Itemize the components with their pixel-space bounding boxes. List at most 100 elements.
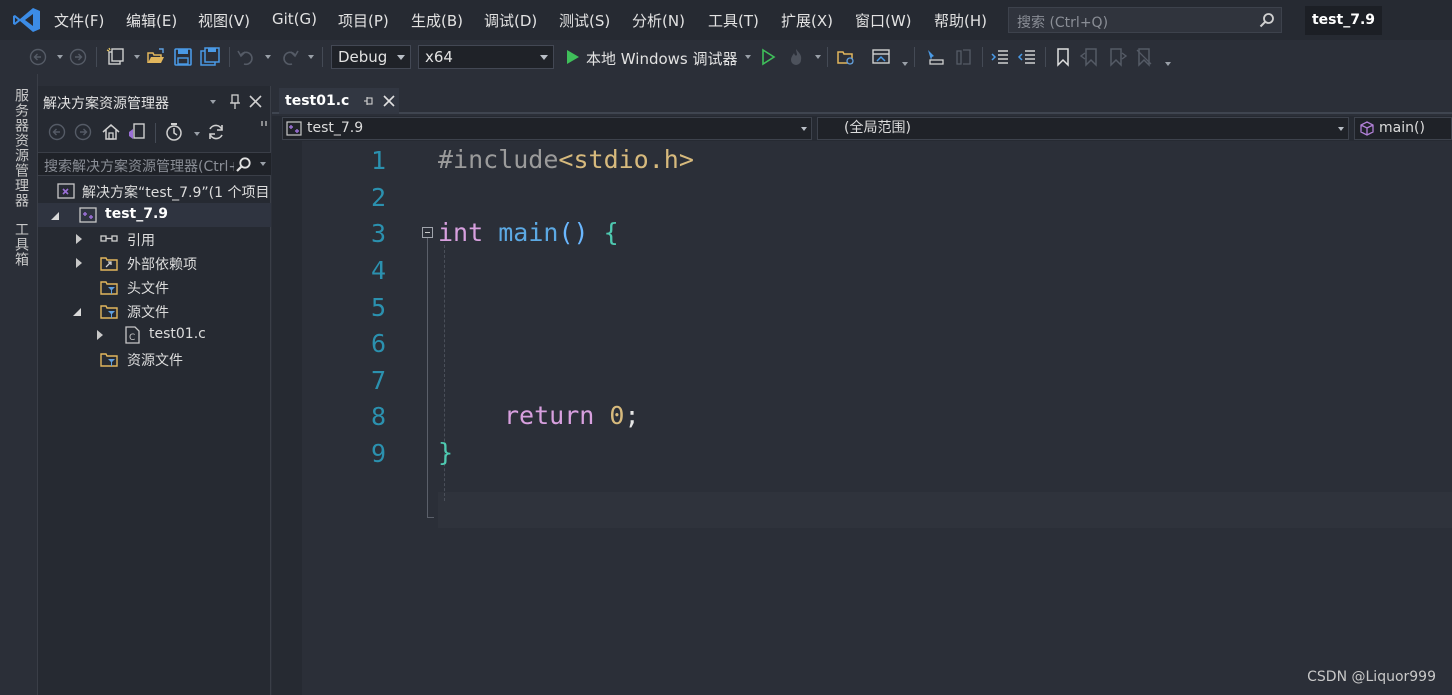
filter-dropdown-icon[interactable] [194,132,200,136]
expanded-arrow-icon[interactable] [73,308,81,316]
expanded-arrow-icon[interactable] [51,212,59,220]
tree-item-test01-c[interactable]: C test01.c [38,323,271,347]
step-into-icon[interactable] [925,47,945,67]
navigate-forward-icon[interactable] [68,47,88,67]
line-number: 2 [370,183,386,212]
menu-window[interactable]: 窗口(W) [855,10,912,31]
tree-item-external-deps[interactable]: 外部依赖项 [38,251,271,275]
toolbar-overflow-dropdown-icon[interactable] [1165,62,1171,66]
menu-view[interactable]: 视图(V) [198,10,250,31]
collapsed-arrow-icon[interactable] [97,330,103,340]
visual-studio-logo-icon[interactable] [12,6,42,34]
start-debugging-icon[interactable] [563,47,583,67]
tree-item-project[interactable]: test_7.9 [38,203,271,227]
redo-icon[interactable] [280,47,300,67]
navigate-back-icon[interactable] [28,47,48,67]
navigate-back-dropdown-icon[interactable] [57,55,63,59]
previous-bookmark-icon[interactable] [1080,47,1100,67]
collapsed-arrow-icon[interactable] [76,258,82,268]
toolbar: Debug x64 本地 Windows 调试器 [0,40,1452,74]
code-editor[interactable]: 1 2 3 4 5 6 7 8 9 #include<stdio.h> int … [272,141,1452,695]
menu-file[interactable]: 文件(F) [54,10,104,31]
close-icon[interactable] [249,95,262,108]
hot-reload-icon[interactable] [786,47,806,67]
back-icon[interactable] [47,122,67,142]
tree-item-label: 引用 [127,233,155,249]
tree-item-header-files[interactable]: 头文件 [38,275,271,299]
menu-build[interactable]: 生成(B) [411,10,463,31]
pin-icon[interactable] [228,94,242,110]
step-out-icon[interactable] [954,47,974,67]
member-select[interactable]: main() [1354,117,1452,140]
menu-test[interactable]: 测试(S) [559,10,610,31]
menu-help[interactable]: 帮助(H) [934,10,987,31]
line-number: 3 [370,219,386,248]
panel-options-dropdown-icon[interactable] [210,100,216,104]
pending-changes-filter-icon[interactable] [164,122,184,142]
solution-name-badge: test_7.9 [1305,6,1382,35]
hot-reload-dropdown-icon[interactable] [815,55,821,59]
watermark: CSDN @Liquor999 [1307,669,1436,685]
menu-project[interactable]: 项目(P) [338,10,389,31]
browser-link-icon[interactable] [871,47,891,67]
more-options-icon[interactable] [260,121,268,129]
chevron-down-icon [1338,127,1344,131]
tree-item-resource-files[interactable]: 资源文件 [38,347,271,371]
pin-tab-icon[interactable] [363,96,375,107]
method-cube-icon [1360,121,1374,136]
undo-icon[interactable] [236,47,256,67]
next-bookmark-icon[interactable] [1107,47,1127,67]
tree-item-references[interactable]: 引用 [38,227,271,251]
server-explorer-tab[interactable]: 服务器资源管理器 [11,88,31,208]
bookmark-icon[interactable] [1053,47,1073,67]
project-scope-select[interactable]: test_7.9 [282,117,812,140]
document-tab-strip: test01.c [272,86,1452,114]
close-tab-icon[interactable] [383,95,395,107]
search-icon[interactable] [235,156,252,173]
tree-item-solution[interactable]: 解决方案“test_7.9”(1 个项目 [38,179,271,203]
line-number: 7 [370,366,386,395]
tree-item-label: 源文件 [127,305,169,321]
menu-extensions[interactable]: 扩展(X) [781,10,833,31]
menu-edit[interactable]: 编辑(E) [126,10,177,31]
configuration-select[interactable]: Debug [331,45,411,69]
new-project-dropdown-icon[interactable] [134,55,140,59]
solution-search-input[interactable]: 搜索解决方案资源管理器(Ctrl+;) [38,152,271,176]
menu-tools[interactable]: 工具(T) [708,10,759,31]
menu-debug[interactable]: 调试(D) [484,10,537,31]
search-input[interactable]: 搜索 (Ctrl+Q) [1008,7,1282,33]
home-icon[interactable] [101,122,121,142]
tab-test01-c[interactable]: test01.c [279,88,399,114]
indent-icon[interactable] [990,47,1010,67]
debug-target-dropdown-icon[interactable] [745,55,751,59]
toolbox-tab[interactable]: 工具箱 [11,222,31,267]
collapsed-arrow-icon[interactable] [76,234,82,244]
outdent-icon[interactable] [1017,47,1037,67]
forward-icon[interactable] [73,122,93,142]
menu-git[interactable]: Git(G) [272,10,317,28]
save-icon[interactable] [173,47,193,67]
tree-item-source-files[interactable]: 源文件 [38,299,271,323]
switch-views-icon[interactable] [127,122,147,142]
line-number: 6 [370,329,386,358]
tree-item-label: 资源文件 [127,353,183,369]
folder-view-icon[interactable] [836,47,856,67]
global-scope-select[interactable]: (全局范围) [817,117,1349,140]
save-all-icon[interactable] [200,47,220,67]
redo-dropdown-icon[interactable] [308,55,314,59]
undo-dropdown-icon[interactable] [265,55,271,59]
chevron-down-icon [801,127,807,131]
solution-icon [57,183,75,199]
browser-link-dropdown-icon[interactable] [902,62,908,66]
sync-icon[interactable] [206,122,226,142]
open-file-icon[interactable] [146,47,166,67]
start-without-debugging-icon[interactable] [758,47,778,67]
menu-analyze[interactable]: 分析(N) [632,10,685,31]
clear-bookmarks-icon[interactable] [1134,47,1154,67]
platform-select[interactable]: x64 [418,45,554,69]
collapse-block-icon[interactable] [422,227,433,238]
search-options-dropdown-icon[interactable] [260,162,266,166]
start-debugging-button[interactable]: 本地 Windows 调试器 [586,48,738,69]
code-line-3: int main() { [438,218,619,247]
new-project-icon[interactable] [106,47,126,67]
